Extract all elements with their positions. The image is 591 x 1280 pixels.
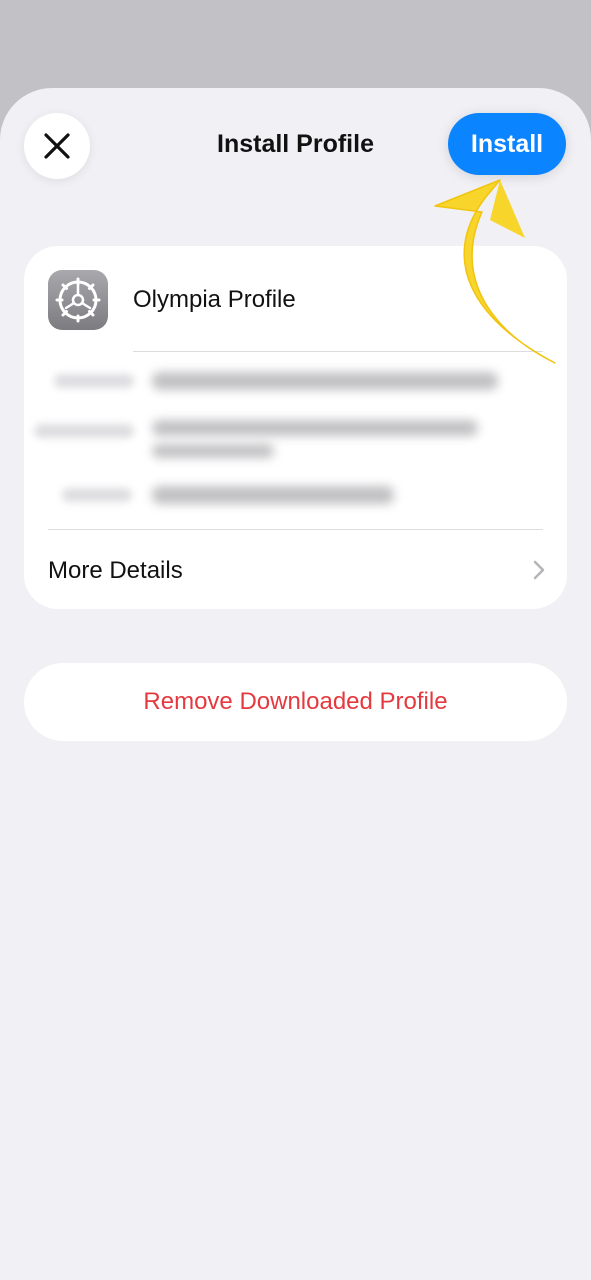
chevron-right-icon — [533, 560, 545, 580]
close-button[interactable] — [24, 113, 90, 179]
blurred-value — [152, 420, 478, 436]
more-details-label: More Details — [48, 557, 183, 584]
profile-info-card: Olympia Profile More Details — [24, 246, 567, 609]
blurred-value — [152, 486, 394, 504]
install-profile-sheet: Install Profile Install Olympia Profile … — [0, 88, 591, 1280]
page-title: Install Profile — [217, 130, 374, 158]
blurred-label — [54, 374, 134, 388]
blurred-value — [152, 444, 274, 458]
blurred-label — [62, 488, 132, 502]
settings-gear-icon — [48, 270, 108, 330]
remove-downloaded-profile-button[interactable]: Remove Downloaded Profile — [24, 663, 567, 741]
blurred-value — [152, 372, 498, 390]
blurred-label — [34, 424, 134, 438]
close-icon — [44, 133, 70, 159]
profile-name: Olympia Profile — [133, 286, 296, 313]
more-details-row[interactable]: More Details — [24, 529, 567, 609]
install-button[interactable]: Install — [448, 113, 566, 175]
divider — [133, 351, 543, 352]
